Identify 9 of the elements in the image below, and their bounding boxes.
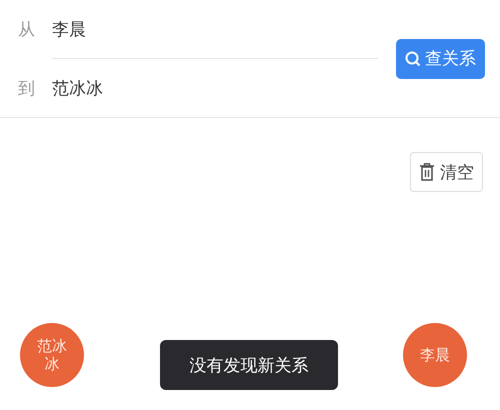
- from-label: 从: [18, 18, 36, 40]
- search-button[interactable]: 查关系: [396, 38, 485, 78]
- to-field[interactable]: 范冰冰: [52, 76, 103, 100]
- to-label: 到: [18, 78, 36, 100]
- toast-message: 没有发现新关系: [160, 340, 338, 390]
- search-icon: [405, 50, 421, 66]
- clear-button[interactable]: 清空: [410, 152, 483, 192]
- trash-icon: [419, 163, 435, 181]
- from-field[interactable]: 李晨: [52, 18, 86, 40]
